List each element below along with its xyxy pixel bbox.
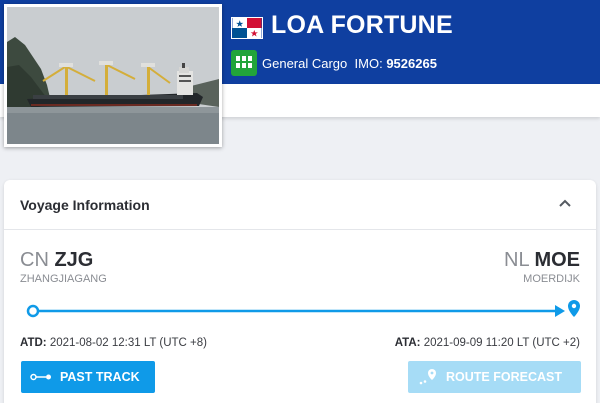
past-track-button[interactable]: PAST TRACK (21, 361, 155, 393)
atd-label: ATD: (20, 337, 47, 349)
destination-country: NL (504, 249, 529, 271)
ata-label: ATA: (394, 337, 421, 349)
ata-value: 2021-09-09 11:20 LT (UTC +2) (423, 337, 580, 349)
vessel-type: General Cargo (262, 56, 348, 71)
voyage-progress-track (26, 300, 580, 318)
vessel-photo[interactable] (4, 4, 222, 147)
atd-value: 2021-08-02 12:31 LT (UTC +8) (49, 337, 207, 349)
vessel-name: LOA FORTUNE (271, 11, 453, 39)
destination-port[interactable]: NL MOE MOERDIJK (504, 248, 580, 285)
route-forecast-icon (419, 369, 436, 385)
origin-port-name: ZHANGJIAGANG (20, 273, 107, 285)
destination-port-code: MOE (534, 249, 580, 271)
origin-dot-icon (26, 304, 40, 318)
origin-country: CN (20, 249, 49, 271)
voyage-panel-header[interactable]: Voyage Information (4, 180, 596, 230)
vessel-photo-image (7, 7, 219, 144)
imo-number: 9526265 (386, 56, 437, 71)
voyage-information-panel: Voyage Information CN ZJG ZHANGJIAGANG N… (4, 180, 596, 403)
chevron-up-icon[interactable] (558, 198, 572, 208)
atd-time: ATD: 2021-08-02 12:31 LT (UTC +8) (20, 337, 207, 349)
origin-port-code: ZJG (54, 249, 94, 271)
destination-pin-icon (568, 300, 580, 317)
panama-flag-icon (231, 17, 263, 39)
route-forecast-label: ROUTE FORECAST (446, 370, 562, 384)
vessel-type-line: General Cargo IMO: 9526265 (262, 56, 437, 71)
past-track-icon (30, 373, 51, 381)
general-cargo-icon (231, 50, 257, 76)
origin-port[interactable]: CN ZJG ZHANGJIAGANG (20, 248, 107, 285)
past-track-label: PAST TRACK (60, 370, 140, 384)
route-forecast-button[interactable]: ROUTE FORECAST (408, 361, 581, 393)
imo-label: IMO: (354, 56, 383, 71)
progress-arrow-icon (555, 305, 565, 317)
voyage-panel-title: Voyage Information (20, 197, 150, 213)
ata-time: ATA: 2021-09-09 11:20 LT (UTC +2) (395, 337, 580, 349)
destination-port-name: MOERDIJK (523, 273, 580, 285)
